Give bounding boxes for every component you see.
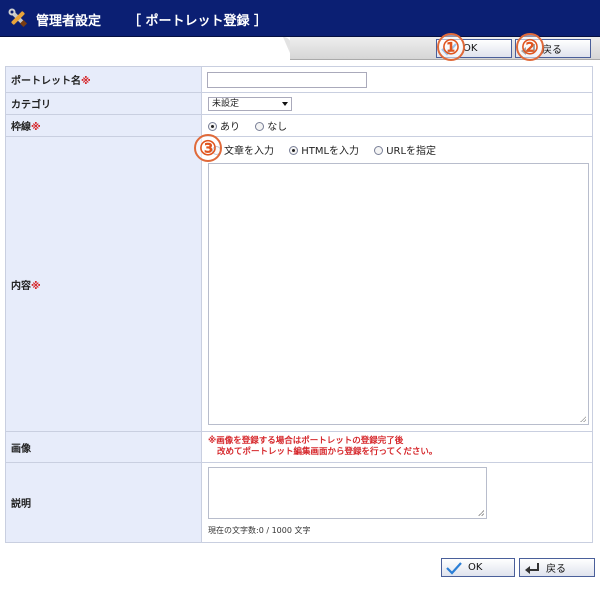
- back-arrow-icon: [524, 561, 540, 575]
- content-textarea[interactable]: [208, 163, 589, 425]
- name-label: ポートレット名: [11, 76, 81, 87]
- chevron-down-icon: [282, 101, 288, 106]
- ok-button-bottom[interactable]: OK: [441, 558, 515, 577]
- ok-button-label: OK: [468, 562, 483, 573]
- content-type-options: 文章を入力 HTMLを入力 URLを指定 ③: [194, 134, 592, 162]
- category-value-cell: 未設定: [201, 92, 593, 115]
- border-value-cell: あり なし: [201, 114, 593, 137]
- border-option-yes[interactable]: あり: [208, 122, 240, 133]
- border-option-no-label: なし: [267, 122, 288, 133]
- portlet-form: ポートレット名※ カテゴリ 未設定 枠線※ あり なし 内容※ 文章を入力 HT…: [5, 66, 593, 543]
- image-note-line2: 改めてポートレット編集画面から登録を行ってください。: [217, 447, 438, 457]
- page-subtitle: ［ ポートレット登録 ］: [128, 14, 268, 29]
- badge-2: ②: [516, 33, 544, 61]
- image-note-line1: ※画像を登録する場合はポートレットの登録完了後: [208, 436, 404, 446]
- content-option-html[interactable]: HTMLを入力: [289, 146, 359, 157]
- resize-grip-icon[interactable]: [478, 510, 484, 516]
- char-count: 現在の文字数:0 / 1000 文字: [208, 526, 311, 535]
- content-label-cell: 内容※: [5, 136, 202, 432]
- name-label-cell: ポートレット名※: [5, 66, 202, 93]
- content-value-cell: 文章を入力 HTMLを入力 URLを指定 ③: [194, 134, 593, 432]
- image-value-cell: ※画像を登録する場合はポートレットの登録完了後 改めてポートレット編集画面から登…: [201, 431, 593, 463]
- badge-1: ①: [437, 33, 465, 61]
- content-option-html-label: HTMLを入力: [301, 146, 360, 157]
- content-option-text-label: 文章を入力: [224, 146, 274, 157]
- tools-icon: [8, 8, 28, 28]
- back-button-bottom[interactable]: 戻る: [519, 558, 595, 577]
- required-mark: ※: [81, 76, 91, 87]
- category-label: カテゴリ: [11, 100, 51, 111]
- border-option-no[interactable]: なし: [255, 122, 287, 133]
- portlet-name-input[interactable]: [207, 71, 367, 88]
- category-select[interactable]: 未設定: [208, 96, 292, 111]
- page-title: 管理者設定: [36, 14, 102, 29]
- radio-icon[interactable]: [255, 122, 265, 131]
- ok-button-label: OK: [463, 43, 478, 54]
- back-button-label: 戻る: [542, 45, 562, 56]
- description-label: 説明: [11, 499, 31, 510]
- header-bar: 管理者設定 ［ ポートレット登録 ］: [0, 0, 600, 37]
- content-option-url[interactable]: URLを指定: [374, 146, 436, 157]
- image-label-cell: 画像: [5, 431, 202, 463]
- back-button-label: 戻る: [546, 564, 566, 575]
- image-label: 画像: [11, 443, 31, 455]
- check-icon: [446, 561, 462, 575]
- description-value-cell: 現在の文字数:0 / 1000 文字: [201, 462, 593, 543]
- category-selected: 未設定: [212, 98, 240, 109]
- border-label: 枠線: [11, 122, 31, 133]
- border-label-cell: 枠線※: [5, 114, 202, 137]
- image-note: ※画像を登録する場合はポートレットの登録完了後 改めてポートレット編集画面から登…: [208, 436, 592, 458]
- content-option-url-label: URLを指定: [386, 146, 437, 157]
- radio-selected-icon[interactable]: [208, 122, 217, 131]
- radio-selected-icon[interactable]: [289, 146, 299, 155]
- required-mark: ※: [31, 280, 41, 292]
- badge-3: ③: [194, 134, 222, 162]
- required-mark: ※: [31, 122, 41, 133]
- resize-grip-icon[interactable]: [580, 416, 586, 422]
- radio-icon[interactable]: [374, 146, 384, 155]
- border-option-yes-label: あり: [220, 122, 240, 133]
- category-label-cell: カテゴリ: [5, 92, 202, 115]
- content-label: 内容: [11, 280, 31, 292]
- description-label-cell: 説明: [5, 462, 202, 543]
- name-value-cell: [201, 66, 593, 93]
- description-textarea[interactable]: [208, 467, 487, 519]
